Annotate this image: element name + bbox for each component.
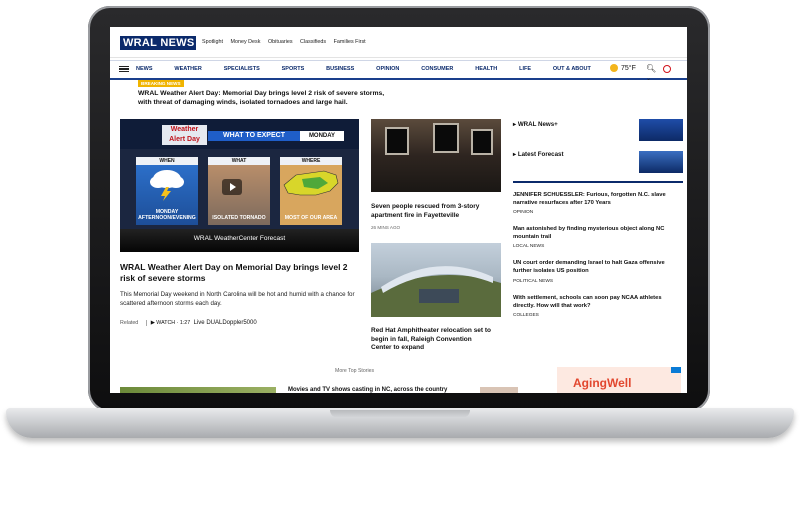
panel-what-text: ISOLATED TORNADO xyxy=(212,215,266,221)
panel-when-text: MONDAY AFTERNOON/EVENING xyxy=(138,209,196,221)
top-bar: WRAL NEWS Spotlight Money Desk Obituarie… xyxy=(110,27,687,58)
breaking-news-badge: BREAKING NEWS xyxy=(138,80,184,87)
nav-item-business[interactable]: BUSINESS xyxy=(326,66,354,72)
top-link-classifieds[interactable]: Classifieds xyxy=(300,39,326,45)
nav-item-opinion[interactable]: OPINION xyxy=(376,66,399,72)
amphitheater-story-image[interactable] xyxy=(371,243,501,317)
main-nav: NEWS WEATHER SPECIALISTS SPORTS BUSINESS… xyxy=(110,60,687,82)
fire-story-time: 26 MINS AGO xyxy=(371,225,401,230)
bottom-story-title[interactable]: Movies and TV shows casting in NC, acros… xyxy=(288,387,447,393)
breaking-news-text[interactable]: WRAL Weather Alert Day: Memorial Day bri… xyxy=(138,89,398,107)
related-row: Related ▶ WATCH · 1:27 Live DUALDoppler5… xyxy=(120,320,257,326)
hero-caption: WRAL WeatherCenter Forecast xyxy=(193,235,286,242)
panel-where-text: MOST OF OUR AREA xyxy=(284,215,338,221)
bottom-story-image-2[interactable] xyxy=(480,387,518,393)
latest-forecast-link[interactable]: ▸ Latest Forecast xyxy=(513,151,564,158)
top-link-money-desk[interactable]: Money Desk xyxy=(230,39,260,45)
bottom-story-image[interactable] xyxy=(120,387,276,393)
panel-when: WHEN MONDAY AFTERNOON/EVENING xyxy=(136,157,198,225)
window-shape xyxy=(471,129,493,155)
right-story-title[interactable]: Man astonished by finding mysterious obj… xyxy=(513,225,681,241)
nav-item-consumer[interactable]: CONSUMER xyxy=(421,66,453,72)
related-title[interactable]: Live DUALDoppler5000 xyxy=(194,320,257,326)
latest-forecast-label: Latest Forecast xyxy=(517,151,564,158)
panel-where-head: WHERE xyxy=(280,157,342,165)
sun-icon xyxy=(610,64,618,72)
fire-story-image[interactable] xyxy=(371,119,501,192)
nav-item-out-about[interactable]: OUT & ABOUT xyxy=(553,66,591,72)
section-divider xyxy=(513,181,683,183)
window-shape xyxy=(433,123,459,153)
play-icon[interactable] xyxy=(222,179,242,195)
menu-icon[interactable] xyxy=(119,66,129,72)
advertisement[interactable]: AgingWell xyxy=(557,367,681,393)
fire-story-title[interactable]: Seven people rescued from 3-story apartm… xyxy=(371,203,491,220)
storm-cloud-icon xyxy=(150,170,184,201)
nav-item-health[interactable]: HEALTH xyxy=(475,66,497,72)
weather-widget[interactable]: 75°F xyxy=(610,64,636,72)
right-story-title[interactable]: JENNIFER SCHUESSLER: Furious, forgotten … xyxy=(513,191,681,207)
top-links: Spotlight Money Desk Obituaries Classifi… xyxy=(202,39,372,45)
chevron-down-icon[interactable]: ⌄ xyxy=(646,76,651,82)
panel-what-head: WHAT xyxy=(208,157,270,165)
news-plus-thumbnail[interactable] xyxy=(639,119,683,141)
search-icon[interactable]: 🔍︎ xyxy=(646,64,656,73)
nav-item-weather[interactable]: WEATHER xyxy=(174,66,201,72)
right-story-title[interactable]: With settlement, schools can soon pay NC… xyxy=(513,294,681,310)
main-headline[interactable]: WRAL Weather Alert Day on Memorial Day b… xyxy=(120,262,360,284)
temperature: 75°F xyxy=(621,64,636,72)
wral-logo[interactable]: WRAL NEWS xyxy=(120,36,196,50)
browser-screen: WRAL NEWS Spotlight Money Desk Obituarie… xyxy=(110,27,687,393)
nav-icons: 🔍︎ ⌄ xyxy=(646,64,687,82)
related-watch-text: WATCH · 1:27 xyxy=(156,320,191,326)
weather-alert-day-logo: Weather Alert Day xyxy=(162,125,207,145)
laptop-notch xyxy=(330,410,470,418)
window-shape xyxy=(385,127,409,155)
nav-item-specialists[interactable]: SPECIALISTS xyxy=(224,66,260,72)
top-link-families-first[interactable]: Families First xyxy=(334,39,366,45)
right-story-title[interactable]: UN court order demanding Israel to halt … xyxy=(513,259,681,275)
day-label: MONDAY xyxy=(300,131,344,141)
right-story-tag[interactable]: LOCAL NEWS xyxy=(513,244,544,249)
nav-item-life[interactable]: LIFE xyxy=(519,66,531,72)
nav-item-news[interactable]: NEWS xyxy=(136,66,153,72)
nc-map-icon xyxy=(283,170,339,196)
panel-where: WHERE MOST OF OUR AREA xyxy=(280,157,342,225)
related-watch[interactable]: ▶ WATCH · 1:27 xyxy=(145,320,191,326)
profile-icon[interactable] xyxy=(663,64,672,73)
top-link-obituaries[interactable]: Obituaries xyxy=(268,39,293,45)
more-top-stories-label: More Top Stories xyxy=(335,368,375,374)
wral-news-plus-link[interactable]: ▸ WRAL News+ xyxy=(513,121,558,128)
right-story-tag[interactable]: COLLEGES xyxy=(513,313,539,318)
forecast-thumbnail[interactable] xyxy=(639,151,683,173)
wral-news-plus-label: WRAL News+ xyxy=(517,121,558,128)
nav-item-sports[interactable]: SPORTS xyxy=(282,66,305,72)
amphitheater-rendering xyxy=(371,266,501,317)
main-summary: This Memorial Day weekend in North Carol… xyxy=(120,291,355,307)
nav-items: NEWS WEATHER SPECIALISTS SPORTS BUSINESS… xyxy=(136,66,591,72)
panel-when-head: WHEN xyxy=(136,157,198,165)
amphitheater-story-title[interactable]: Red Hat Amphitheater relocation set to b… xyxy=(371,327,493,353)
ad-choice-icon[interactable] xyxy=(671,367,681,373)
right-story-tag[interactable]: POLITICAL NEWS xyxy=(513,279,553,284)
what-to-expect-banner: WHAT TO EXPECT xyxy=(208,131,300,141)
top-link-spotlight[interactable]: Spotlight xyxy=(202,39,223,45)
right-story-tag[interactable]: OPINION xyxy=(513,210,533,215)
related-label: Related xyxy=(120,320,139,326)
ad-text: AgingWell xyxy=(573,376,632,390)
hero-video[interactable]: Weather Alert Day WHAT TO EXPECT MONDAY … xyxy=(120,119,359,252)
